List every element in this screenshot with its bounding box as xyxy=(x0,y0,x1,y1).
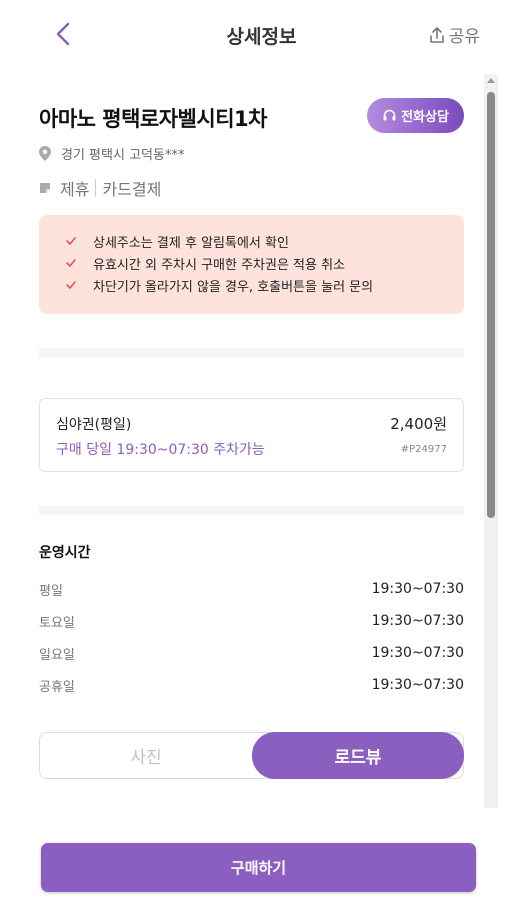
header-bar: 상세정보 공유 xyxy=(0,0,523,68)
hours-row: 일요일 19:30~07:30 xyxy=(39,637,464,669)
hours-time: 19:30~07:30 xyxy=(371,613,464,629)
hours-row: 평일 19:30~07:30 xyxy=(39,573,464,605)
tag-row: 제휴 카드결제 xyxy=(39,176,161,200)
ticket-price: 2,400원 xyxy=(390,415,447,433)
hours-day: 토요일 xyxy=(39,615,75,631)
location-pin-icon xyxy=(39,146,51,161)
share-button[interactable]: 공유 xyxy=(428,22,480,47)
check-icon xyxy=(66,237,76,245)
section-divider xyxy=(39,348,464,357)
notice-box: 상세주소는 결제 후 알림톡에서 확인 유효시간 외 주차시 구매한 주차권은 … xyxy=(39,215,464,314)
parking-ticket-card[interactable]: 심야권(평일) 2,400원 구매 당일 19:30~07:30 주차가능 #P… xyxy=(39,398,464,472)
address-row: 경기 평택시 고덕동*** xyxy=(39,144,184,163)
tag-icon xyxy=(40,183,50,193)
tag-card-payment: 카드결제 xyxy=(102,180,162,199)
photo-tab[interactable]: 사진 xyxy=(40,733,252,778)
parking-lot-name: 아마노 평택로자벨시티1차 xyxy=(39,107,267,131)
hours-time: 19:30~07:30 xyxy=(371,677,464,693)
share-icon xyxy=(429,26,444,43)
hours-time: 19:30~07:30 xyxy=(371,645,464,661)
notice-item: 차단기가 올라가지 않을 경우, 호출버튼을 눌러 문의 xyxy=(65,274,464,296)
operating-hours-title: 운영시간 xyxy=(39,545,91,561)
notice-item: 유효시간 외 주차시 구매한 주차권은 적용 취소 xyxy=(65,252,464,274)
view-toggle: 사진 로드뷰 xyxy=(39,732,464,779)
tag-divider xyxy=(95,179,97,197)
notice-text: 유효시간 외 주차시 구매한 주차권은 적용 취소 xyxy=(93,257,346,273)
notice-item: 상세주소는 결제 후 알림톡에서 확인 xyxy=(65,230,464,252)
purchase-button[interactable]: 구매하기 xyxy=(41,843,476,892)
scrollbar-thumb[interactable] xyxy=(487,92,495,518)
ticket-name: 심야권(평일) xyxy=(56,416,132,433)
hours-row: 토요일 19:30~07:30 xyxy=(39,605,464,637)
address-text: 경기 평택시 고덕동*** xyxy=(61,148,185,163)
detail-content[interactable]: 아마노 평택로자벨시티1차 전화상담 경기 평택시 고덕동*** 제휴 카드결제… xyxy=(0,68,484,808)
hours-day: 공휴일 xyxy=(39,679,75,695)
hours-day: 일요일 xyxy=(39,647,75,663)
check-icon xyxy=(66,259,76,267)
phone-consult-label: 전화상담 xyxy=(401,110,449,125)
tag-partner: 제휴 xyxy=(60,180,90,199)
operating-hours-list: 평일 19:30~07:30 토요일 19:30~07:30 일요일 19:30… xyxy=(39,573,464,701)
headset-icon xyxy=(383,109,396,121)
share-label: 공유 xyxy=(448,27,480,47)
phone-consult-button[interactable]: 전화상담 xyxy=(367,98,464,133)
ticket-time: 구매 당일 19:30~07:30 주차가능 xyxy=(56,442,265,458)
hours-time: 19:30~07:30 xyxy=(371,581,464,597)
check-icon xyxy=(66,281,76,289)
scroll-up-arrow-icon[interactable] xyxy=(487,78,495,83)
notice-text: 상세주소는 결제 후 알림톡에서 확인 xyxy=(93,235,289,251)
section-divider xyxy=(39,506,464,515)
roadview-tab[interactable]: 로드뷰 xyxy=(252,732,464,779)
notice-text: 차단기가 올라가지 않을 경우, 호출버튼을 눌러 문의 xyxy=(93,279,374,295)
ticket-code: #P24977 xyxy=(400,443,447,455)
hours-row: 공휴일 19:30~07:30 xyxy=(39,669,464,701)
hours-day: 평일 xyxy=(39,583,63,599)
